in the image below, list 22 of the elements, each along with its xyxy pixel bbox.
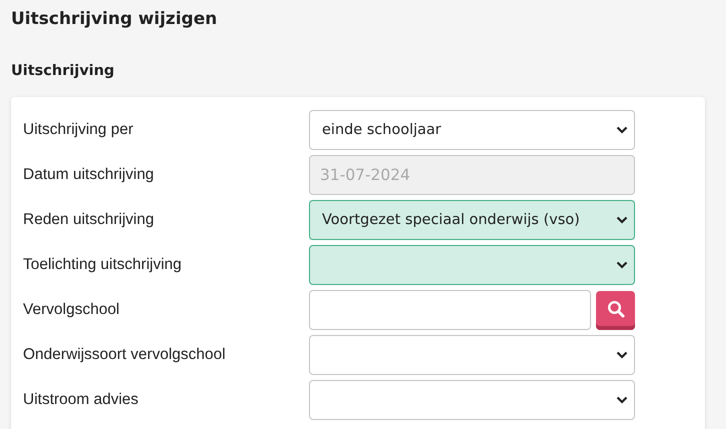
search-icon <box>606 300 624 318</box>
search-button[interactable] <box>596 290 635 330</box>
select-field[interactable]: einde schooljaar <box>309 110 635 150</box>
chevron-icon <box>616 216 628 224</box>
select-field[interactable] <box>309 245 635 285</box>
select-field[interactable] <box>309 335 635 375</box>
chevron-icon <box>616 126 628 134</box>
chevron-icon <box>616 396 628 404</box>
field-label: Reden uitschrijving <box>23 211 155 229</box>
field-label: Uitstroom advies <box>23 391 140 409</box>
select-field[interactable]: Voortgezet speciaal onderwijs (vso) <box>309 200 635 240</box>
select-field[interactable] <box>309 380 635 420</box>
chevron-icon <box>616 261 628 269</box>
field-label: Uitschrijving per <box>23 121 134 139</box>
field-label: Toelichting uitschrijving <box>23 256 183 274</box>
field-label: Onderwijssoort vervolgschool <box>23 346 226 364</box>
chevron-icon <box>616 351 628 359</box>
page-title: Uitschrijving wijzigen <box>11 8 218 30</box>
field-label: Datum uitschrijving <box>23 166 155 184</box>
search-field[interactable] <box>309 290 591 330</box>
section-title: Uitschrijving <box>11 62 116 81</box>
field-label: Vervolgschool <box>23 301 121 319</box>
